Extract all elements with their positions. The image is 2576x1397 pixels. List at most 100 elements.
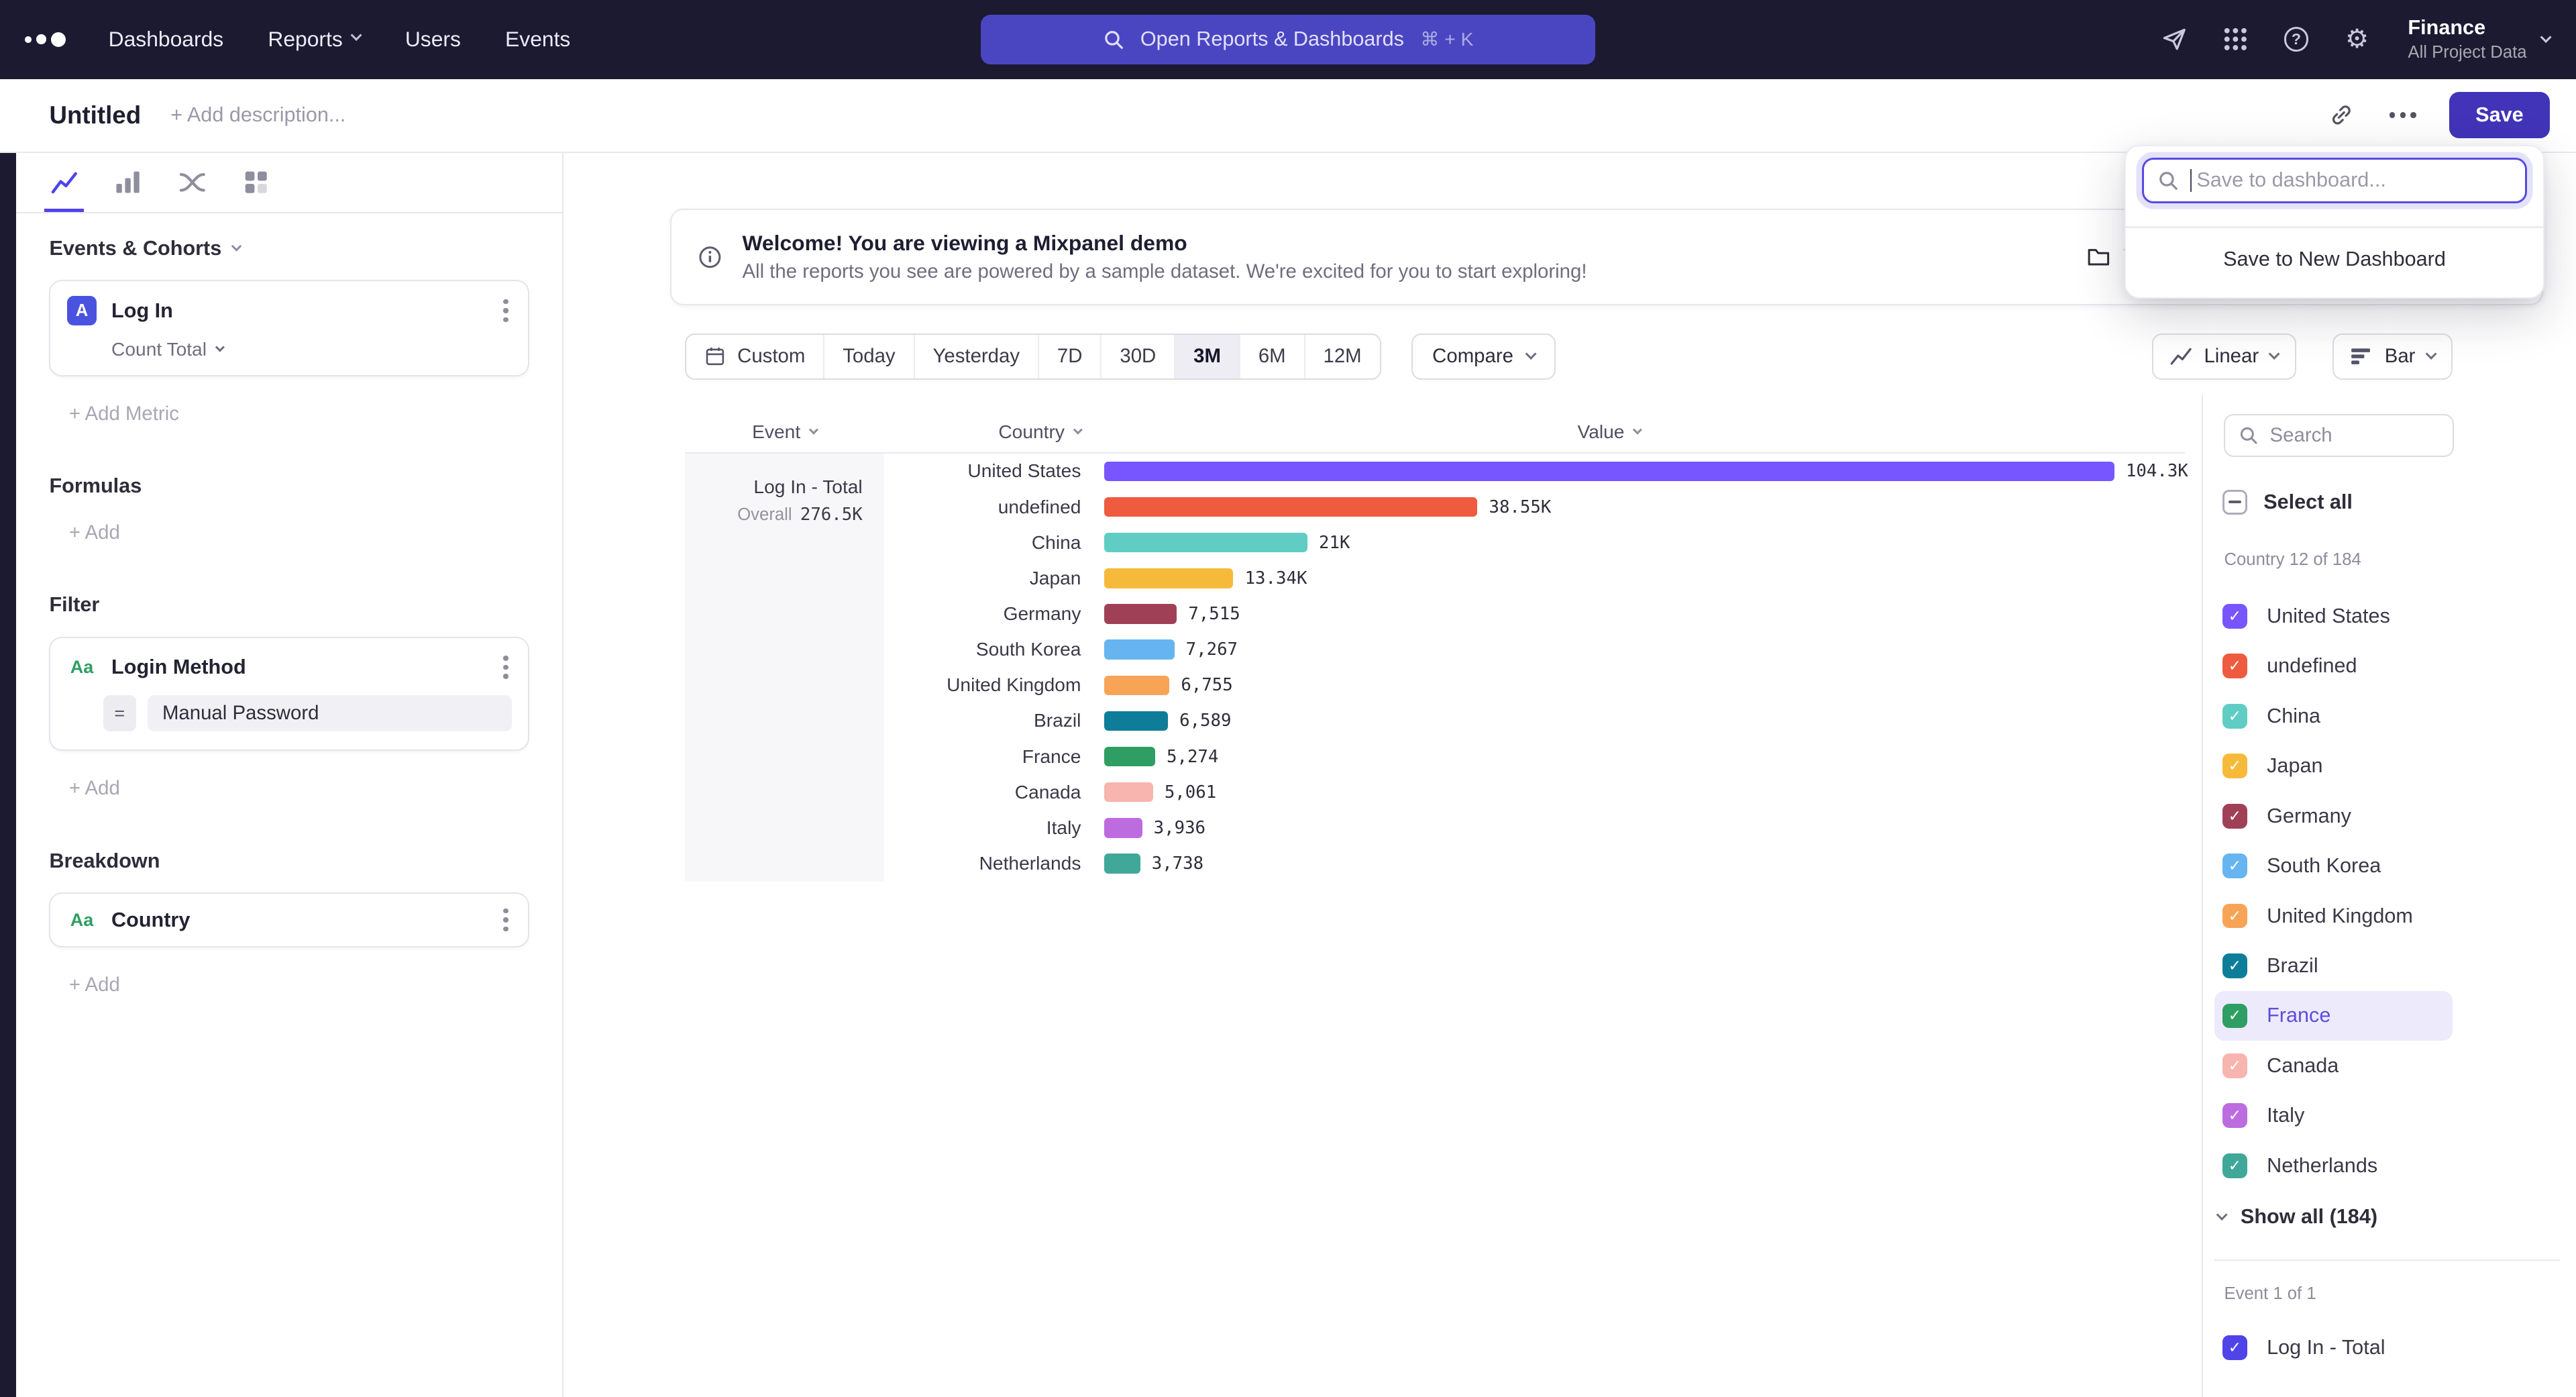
metric-event-name[interactable]: Log In [111,299,173,323]
report-title[interactable]: Untitled [49,101,141,130]
global-search-button[interactable]: Open Reports & Dashboards ⌘ + K [981,15,1595,64]
chevron-down-icon [2540,32,2551,43]
country-filter-row-netherlands[interactable]: ✓Netherlands [2214,1141,2453,1190]
bar-segment[interactable] [1104,818,1142,837]
filter-value[interactable]: Manual Password [148,695,512,731]
add-description[interactable]: + Add description... [170,103,345,127]
date-range-6m[interactable]: 6M [1240,335,1305,378]
country-checkbox[interactable]: ✓ [2222,704,2247,729]
nav-item-reports[interactable]: Reports [268,27,360,52]
date-range-12m[interactable]: 12M [1305,335,1380,378]
filter-operator[interactable]: = [103,695,136,731]
help-icon[interactable]: ? [2282,25,2311,54]
country-label: France [2267,1004,2330,1027]
country-checkbox[interactable]: ✓ [2222,1053,2247,1078]
bar-segment[interactable] [1104,568,1234,588]
add-formula-button[interactable]: + Add [69,521,529,544]
mixpanel-insights-report: Dashboards Reports Users Events Open Report… [0,0,2576,1397]
tab-retention[interactable] [237,153,276,213]
country-filter-row-germany[interactable]: ✓Germany [2214,791,2453,841]
column-header-value[interactable]: Value [1104,411,2114,454]
filter-card[interactable]: Aa Login Method = Manual Password [49,637,529,751]
metric-aggregation[interactable]: Count Total [111,339,511,360]
select-all-checkbox[interactable] [2222,490,2247,515]
country-checkbox[interactable]: ✓ [2222,953,2247,978]
country-checkbox[interactable]: ✓ [2222,904,2247,929]
date-range-yesterday[interactable]: Yesterday [915,335,1039,378]
filter-menu-icon[interactable] [500,653,511,682]
breakdown-property-name[interactable]: Country [111,909,190,932]
date-range-today[interactable]: Today [824,335,914,378]
metric-card[interactable]: A Log In Count Total [49,280,529,376]
tab-insights[interactable] [44,153,84,213]
panel-search-input[interactable]: Search [2224,414,2454,457]
metric-menu-icon[interactable] [500,296,511,325]
date-range-7d[interactable]: 7D [1039,335,1102,378]
column-header-event[interactable]: Event [685,411,883,454]
country-checkbox[interactable]: ✓ [2222,654,2247,678]
date-range-3m[interactable]: 3M [1175,335,1240,378]
country-filter-row-china[interactable]: ✓China [2214,691,2453,741]
breakdown-menu-icon[interactable] [500,905,511,935]
add-metric-button[interactable]: + Add Metric [69,403,529,425]
bar-segment[interactable] [1104,853,1140,873]
country-filter-row-france[interactable]: ✓ France [2214,991,2453,1041]
country-checkbox[interactable]: ✓ [2222,754,2247,778]
country-filter-row-united-states[interactable]: ✓United States [2214,591,2453,641]
country-filter-row-south-korea[interactable]: ✓South Korea [2214,841,2453,890]
apps-grid-icon[interactable] [2220,25,2250,54]
bar-segment[interactable] [1104,497,1478,517]
show-all-button[interactable]: Show all (184) [2203,1194,2576,1240]
tab-flows[interactable] [172,153,212,213]
nav-item-events[interactable]: Events [505,27,570,52]
country-filter-row-japan[interactable]: ✓Japan [2214,741,2453,791]
save-dashboard-search-input[interactable]: Save to dashboard... [2142,158,2527,204]
country-checkbox[interactable]: ✓ [2222,1103,2247,1128]
breakdown-card[interactable]: Aa Country [49,892,529,947]
event-filter-row[interactable]: ✓ Log In - Total [2214,1323,2560,1372]
bar-segment[interactable] [1104,533,1307,552]
mixpanel-logo-icon[interactable] [25,32,66,47]
bar-segment[interactable] [1104,747,1155,766]
copy-link-icon[interactable] [2327,101,2357,130]
country-checkbox[interactable]: ✓ [2222,853,2247,878]
settings-gear-icon[interactable]: ⚙ [2342,25,2371,54]
events-cohorts-section-title[interactable]: Events & Cohorts [49,237,529,260]
country-filter-row-united-kingdom[interactable]: ✓United Kingdom [2214,891,2453,941]
country-checkbox[interactable]: ✓ [2222,604,2247,629]
chart-type-select[interactable]: Bar [2332,333,2453,380]
select-all-row[interactable]: Select all [2203,490,2576,515]
filter-property-name[interactable]: Login Method [111,656,246,679]
column-header-country[interactable]: Country [884,411,1081,454]
add-breakdown-button[interactable]: + Add [69,974,529,996]
bar-segment[interactable] [1104,782,1153,802]
compare-button[interactable]: Compare [1411,333,1556,380]
country-filter-row-italy[interactable]: ✓Italy [2214,1091,2453,1141]
bar-segment[interactable] [1104,604,1177,623]
share-icon[interactable] [2160,25,2190,54]
line-type-select[interactable]: Linear [2152,333,2296,380]
bar-segment[interactable] [1104,639,1175,659]
event-checkbox[interactable]: ✓ [2222,1335,2247,1360]
nav-item-dashboards[interactable]: Dashboards [109,27,224,52]
country-filter-row-brazil[interactable]: ✓Brazil [2214,941,2453,990]
date-range-custom[interactable]: Custom [686,335,824,378]
save-to-new-dashboard-item[interactable]: Save to New Dashboard [2126,228,2544,291]
country-filter-row-undefined[interactable]: ✓undefined [2214,641,2453,691]
save-button[interactable]: Save [2449,92,2550,138]
nav-item-users[interactable]: Users [405,27,461,52]
country-checkbox[interactable]: ✓ [2222,804,2247,829]
add-filter-button[interactable]: + Add [69,777,529,800]
formulas-section-title: Formulas [49,474,529,498]
bar-segment[interactable] [1104,711,1168,731]
bar-segment[interactable] [1104,676,1169,695]
tab-funnels[interactable] [109,153,148,213]
date-range-30d[interactable]: 30D [1102,335,1175,378]
country-checkbox[interactable]: ✓ [2222,1153,2247,1178]
country-checkbox[interactable]: ✓ [2222,1004,2247,1029]
bar-segment[interactable] [1104,462,2114,481]
query-builder-sidebar: Events & Cohorts A Log In Count Total + … [16,153,564,1397]
more-options-icon[interactable] [2390,112,2416,118]
project-switcher[interactable]: Finance All Project Data [2408,16,2549,62]
country-filter-row-canada[interactable]: ✓Canada [2214,1041,2453,1090]
